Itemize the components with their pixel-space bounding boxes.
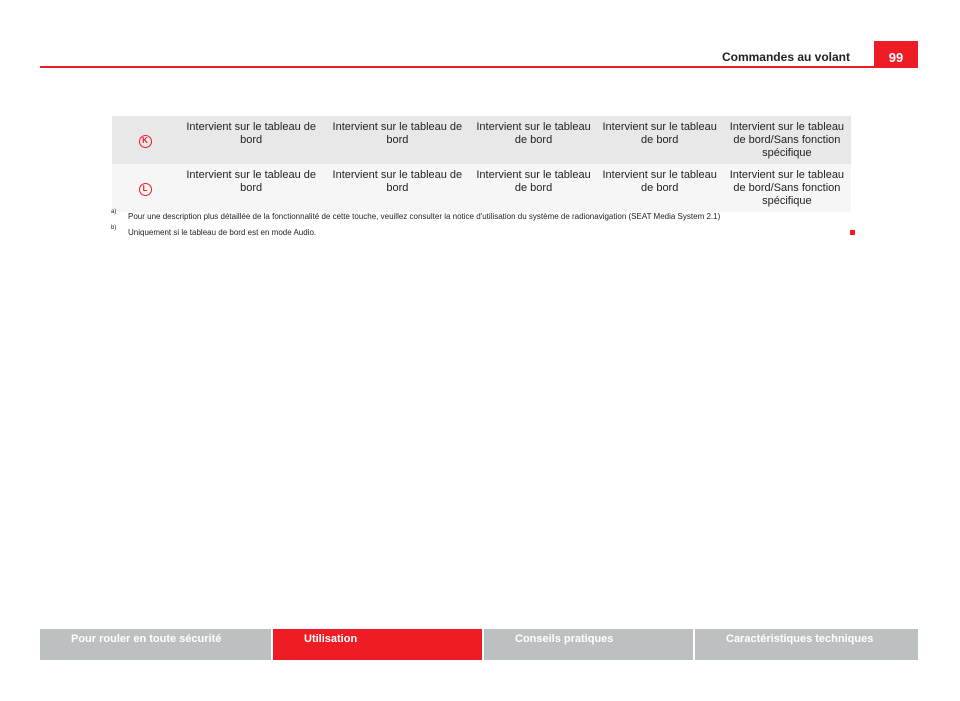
- page-title: Commandes au volant: [721, 50, 850, 64]
- table-cell: Intervient sur le tableau de bord: [596, 164, 723, 212]
- footnote-text: Pour une description plus détaillée de l…: [128, 212, 721, 221]
- footnote-item: b) Uniquement si le tableau de bord est …: [111, 225, 851, 237]
- footnote-item: a) Pour une description plus détaillée d…: [111, 209, 851, 221]
- table-cell: Intervient sur le tableau de bord: [470, 116, 597, 164]
- key-k-icon: K: [138, 134, 152, 148]
- table-cell: Intervient sur le tableau de bord: [596, 116, 723, 164]
- table-cell: Intervient sur le tableau de bord: [324, 116, 471, 164]
- table-row: L Intervient sur le tableau de bord Inte…: [112, 164, 851, 212]
- footer-tab-utilisation[interactable]: Utilisation: [271, 629, 482, 660]
- footnote-marker: b): [111, 225, 117, 231]
- footnote-marker: a): [111, 209, 117, 215]
- table-cell: Intervient sur le tableau de bord: [178, 116, 325, 164]
- table-cell: Intervient sur le tableau de bord/Sans f…: [722, 116, 851, 164]
- table-cell: Intervient sur le tableau de bord/Sans f…: [722, 164, 851, 212]
- footer-tab-specs[interactable]: Caractéristiques techniques: [693, 629, 918, 660]
- header-divider: [40, 66, 918, 68]
- footnotes: a) Pour une description plus détaillée d…: [111, 209, 851, 244]
- key-cell: L: [112, 164, 179, 212]
- footer-tab-safety[interactable]: Pour rouler en toute sécurité: [40, 629, 271, 660]
- key-l-icon: L: [138, 182, 152, 196]
- table-cell: Intervient sur le tableau de bord: [178, 164, 325, 212]
- table-cell: Intervient sur le tableau de bord: [470, 164, 597, 212]
- section-end-marker: [850, 230, 855, 235]
- table-cell: Intervient sur le tableau de bord: [324, 164, 471, 212]
- footer-tab-tips[interactable]: Conseils pratiques: [482, 629, 693, 660]
- page-number: 99: [874, 41, 918, 68]
- controls-table: K Intervient sur le tableau de bord Inte…: [112, 116, 851, 212]
- table-row: K Intervient sur le tableau de bord Inte…: [112, 116, 851, 164]
- footer-nav: Pour rouler en toute sécurité Utilisatio…: [40, 629, 918, 660]
- key-cell: K: [112, 116, 179, 164]
- footnote-text: Uniquement si le tableau de bord est en …: [128, 228, 317, 237]
